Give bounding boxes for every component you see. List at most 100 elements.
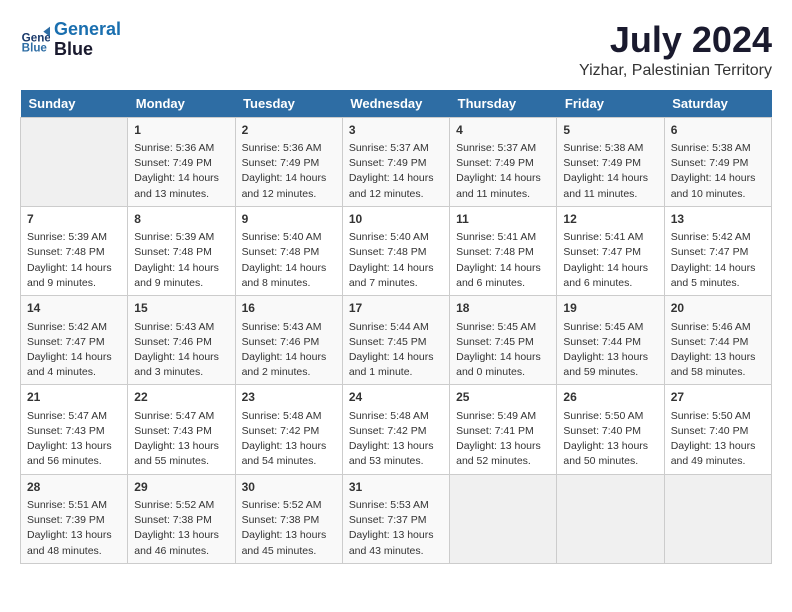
day-number: 27 <box>671 389 765 406</box>
sunrise: Sunrise: 5:42 AM <box>671 231 751 243</box>
sunrise: Sunrise: 5:41 AM <box>456 231 536 243</box>
daylight-label: Daylight: 14 hours and 3 minutes. <box>134 351 219 378</box>
sunrise: Sunrise: 5:52 AM <box>242 499 322 511</box>
week-row-4: 21Sunrise: 5:47 AMSunset: 7:43 PMDayligh… <box>21 385 772 474</box>
day-number: 26 <box>563 389 657 406</box>
day-number: 15 <box>134 300 228 317</box>
sunset: Sunset: 7:47 PM <box>27 336 105 348</box>
sunset: Sunset: 7:43 PM <box>27 425 105 437</box>
title-block: July 2024 Yizhar, Palestinian Territory <box>579 20 772 80</box>
sunset: Sunset: 7:39 PM <box>27 514 105 526</box>
sunset: Sunset: 7:49 PM <box>134 157 212 169</box>
day-number: 18 <box>456 300 550 317</box>
sunset: Sunset: 7:43 PM <box>134 425 212 437</box>
sunrise: Sunrise: 5:50 AM <box>563 410 643 422</box>
daylight-label: Daylight: 13 hours and 56 minutes. <box>27 440 112 467</box>
sunset: Sunset: 7:49 PM <box>671 157 749 169</box>
day-number: 11 <box>456 211 550 228</box>
day-number: 29 <box>134 479 228 496</box>
sunset: Sunset: 7:48 PM <box>456 246 534 258</box>
sunrise: Sunrise: 5:43 AM <box>242 321 322 333</box>
daylight-label: Daylight: 14 hours and 11 minutes. <box>563 172 648 199</box>
daylight-label: Daylight: 14 hours and 13 minutes. <box>134 172 219 199</box>
daylight-label: Daylight: 14 hours and 2 minutes. <box>242 351 327 378</box>
sunrise: Sunrise: 5:37 AM <box>456 142 536 154</box>
calendar-cell <box>557 474 664 563</box>
page-header: General Blue GeneralBlue July 2024 Yizha… <box>20 20 772 80</box>
day-number: 16 <box>242 300 336 317</box>
sunset: Sunset: 7:37 PM <box>349 514 427 526</box>
daylight-label: Daylight: 14 hours and 1 minute. <box>349 351 434 378</box>
sunset: Sunset: 7:46 PM <box>242 336 320 348</box>
sunset: Sunset: 7:47 PM <box>671 246 749 258</box>
sunset: Sunset: 7:45 PM <box>349 336 427 348</box>
daylight-label: Daylight: 13 hours and 45 minutes. <box>242 529 327 556</box>
day-number: 25 <box>456 389 550 406</box>
calendar-cell: 30 Sunrise: 5:52 AM Sunset: 7:38 PM Dayligh… <box>235 474 342 563</box>
daylight-label: Daylight: 14 hours and 5 minutes. <box>671 262 756 289</box>
week-row-2: 7Sunrise: 5:39 AMSunset: 7:48 PMDaylight… <box>21 206 772 295</box>
sunrise: Sunrise: 5:38 AM <box>671 142 751 154</box>
daylight-label: Daylight: 13 hours and 49 minutes. <box>671 440 756 467</box>
sunset: Sunset: 7:40 PM <box>671 425 749 437</box>
sunrise: Sunrise: 5:42 AM <box>27 321 107 333</box>
calendar-cell: 12 Sunrise: 5:41 AM Sunset: 7:47 PM Dayligh… <box>557 206 664 295</box>
sunrise: Sunrise: 5:45 AM <box>563 321 643 333</box>
daylight-label: Daylight: 13 hours and 59 minutes. <box>563 351 648 378</box>
calendar-cell: 15Sunrise: 5:43 AMSunset: 7:46 PMDayligh… <box>128 296 235 385</box>
month-title: July 2024 <box>579 20 772 60</box>
sunset: Sunset: 7:46 PM <box>134 336 212 348</box>
day-number: 30 <box>242 479 336 496</box>
sunrise: Sunrise: 5:37 AM <box>349 142 429 154</box>
daylight-label: Daylight: 13 hours and 46 minutes. <box>134 529 219 556</box>
daylight-label: Daylight: 14 hours and 6 minutes. <box>563 262 648 289</box>
daylight-label: Daylight: 13 hours and 50 minutes. <box>563 440 648 467</box>
location-title: Yizhar, Palestinian Territory <box>579 62 772 80</box>
calendar-cell: 28Sunrise: 5:51 AMSunset: 7:39 PMDayligh… <box>21 474 128 563</box>
day-number: 14 <box>27 300 121 317</box>
daylight-label: Daylight: 14 hours and 12 minutes. <box>349 172 434 199</box>
calendar-cell: 23Sunrise: 5:48 AMSunset: 7:42 PMDayligh… <box>235 385 342 474</box>
day-number: 22 <box>134 389 228 406</box>
day-number: 28 <box>27 479 121 496</box>
daylight-label: Daylight: 14 hours and 9 minutes. <box>134 262 219 289</box>
sunrise: Sunrise: 5:46 AM <box>671 321 751 333</box>
sunrise: Sunrise: 5:39 AM <box>134 231 214 243</box>
sunrise: Sunrise: 5:41 AM <box>563 231 643 243</box>
day-number: 31 <box>349 479 443 496</box>
calendar-cell: 21Sunrise: 5:47 AMSunset: 7:43 PMDayligh… <box>21 385 128 474</box>
daylight-label: Daylight: 14 hours and 12 minutes. <box>242 172 327 199</box>
sunset: Sunset: 7:38 PM <box>242 514 320 526</box>
calendar-cell: 18Sunrise: 5:45 AMSunset: 7:45 PMDayligh… <box>450 296 557 385</box>
logo-icon: General Blue <box>20 25 50 55</box>
day-number: 12 <box>563 211 657 228</box>
calendar-cell: 14Sunrise: 5:42 AMSunset: 7:47 PMDayligh… <box>21 296 128 385</box>
calendar-cell: 9Sunrise: 5:40 AMSunset: 7:48 PMDaylight… <box>235 206 342 295</box>
calendar-cell: 11 Sunrise: 5:41 AM Sunset: 7:48 PM Dayligh… <box>450 206 557 295</box>
daylight-label: Daylight: 14 hours and 9 minutes. <box>27 262 112 289</box>
calendar-table: SundayMondayTuesdayWednesdayThursdayFrid… <box>20 90 772 564</box>
daylight-label: Daylight: 13 hours and 53 minutes. <box>349 440 434 467</box>
day-number: 20 <box>671 300 765 317</box>
day-number: 10 <box>349 211 443 228</box>
sunset: Sunset: 7:49 PM <box>456 157 534 169</box>
logo-name: GeneralBlue <box>54 20 121 60</box>
calendar-header-row: SundayMondayTuesdayWednesdayThursdayFrid… <box>21 90 772 118</box>
sunset: Sunset: 7:44 PM <box>563 336 641 348</box>
calendar-cell: 6Sunrise: 5:38 AMSunset: 7:49 PMDaylight… <box>664 117 771 206</box>
sunrise: Sunrise: 5:40 AM <box>349 231 429 243</box>
calendar-cell: 1Sunrise: 5:36 AMSunset: 7:49 PMDaylight… <box>128 117 235 206</box>
day-number: 13 <box>671 211 765 228</box>
header-wednesday: Wednesday <box>342 90 449 118</box>
daylight-label: Daylight: 13 hours and 52 minutes. <box>456 440 541 467</box>
calendar-cell: 16 Sunrise: 5:43 AM Sunset: 7:46 PM Dayligh… <box>235 296 342 385</box>
sunrise: Sunrise: 5:44 AM <box>349 321 429 333</box>
daylight-label: Daylight: 14 hours and 6 minutes. <box>456 262 541 289</box>
sunset: Sunset: 7:47 PM <box>563 246 641 258</box>
sunset: Sunset: 7:49 PM <box>242 157 320 169</box>
day-number: 6 <box>671 122 765 139</box>
sunrise: Sunrise: 5:45 AM <box>456 321 536 333</box>
daylight-label: Daylight: 13 hours and 48 minutes. <box>27 529 112 556</box>
daylight-label: Daylight: 13 hours and 55 minutes. <box>134 440 219 467</box>
day-number: 4 <box>456 122 550 139</box>
